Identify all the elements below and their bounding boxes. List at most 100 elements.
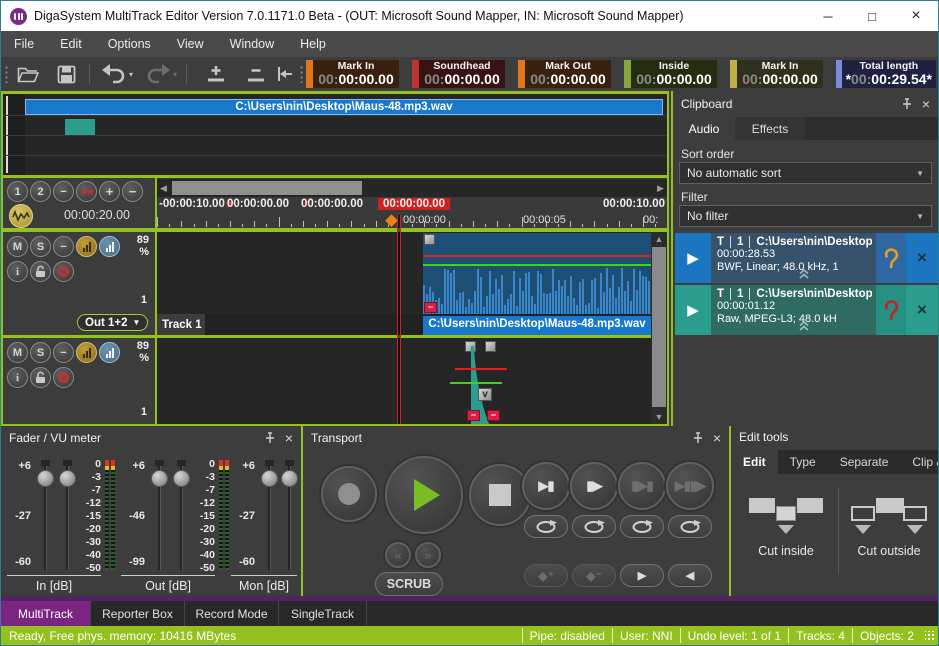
- zoom-out-time-button[interactable]: −: [122, 181, 143, 202]
- item-prelisten-ear-icon[interactable]: [876, 285, 906, 335]
- track1-name-tab[interactable]: Track 1: [157, 314, 205, 335]
- collapse-button[interactable]: −: [53, 181, 74, 202]
- scroll-right-icon[interactable]: ▶: [654, 179, 667, 197]
- track2-solo-button[interactable]: S: [30, 342, 51, 363]
- track2-minimize-button[interactable]: −: [53, 342, 74, 363]
- play-around-button[interactable]: ▶▮▮▶: [666, 462, 714, 510]
- clip-red-level-line[interactable]: [423, 255, 651, 257]
- item-play-icon[interactable]: ▶: [675, 285, 711, 335]
- pin-icon[interactable]: [692, 432, 703, 444]
- menu-help[interactable]: Help: [287, 31, 339, 57]
- cut-outside-label[interactable]: Cut outside: [844, 544, 934, 558]
- clip-fade-handle[interactable]: [424, 234, 435, 245]
- clip2-gain-handle-right[interactable]: −: [487, 410, 500, 421]
- play-from-mark-button[interactable]: ▮▶: [570, 462, 618, 510]
- horizontal-scrollbar[interactable]: ◀ ▶: [157, 179, 667, 197]
- remove-marker-button[interactable]: ◆⁻: [572, 564, 616, 587]
- tab-audio[interactable]: Audio: [673, 117, 735, 140]
- toolbar-grip[interactable]: [5, 65, 8, 83]
- clip-green-level-line[interactable]: [423, 264, 651, 266]
- forward-button[interactable]: »: [415, 542, 441, 568]
- track2-record-arm-button[interactable]: [53, 367, 74, 388]
- chevron-up-icon[interactable]: [798, 321, 810, 331]
- zoom-in-icon[interactable]: [201, 62, 231, 86]
- tab-clip-insert[interactable]: Clip & In: [900, 450, 939, 474]
- clip2-gain-handle-left[interactable]: −: [467, 410, 480, 421]
- track1-meter-post-icon[interactable]: [99, 236, 120, 257]
- tab-reporter-box[interactable]: Reporter Box: [91, 601, 185, 626]
- filter-select[interactable]: No filter▼: [679, 205, 932, 227]
- loop-3-icon[interactable]: [620, 515, 664, 538]
- menu-view[interactable]: View: [164, 31, 217, 57]
- track1-output-select[interactable]: Out 1+2▼: [77, 314, 148, 331]
- item-delete-icon[interactable]: ×: [906, 285, 938, 335]
- item-prelisten-ear-icon[interactable]: [876, 233, 906, 283]
- scroll-up-icon[interactable]: ▲: [651, 232, 667, 246]
- time-ruler[interactable]: 00:00:00 00:00:05 00: ◆: [157, 213, 667, 228]
- save-icon[interactable]: [51, 62, 81, 86]
- close-panel-icon[interactable]: ×: [922, 99, 930, 109]
- next-marker-button[interactable]: ▶: [620, 564, 664, 587]
- track1-solo-button[interactable]: S: [30, 236, 51, 257]
- view-2-button[interactable]: 2: [30, 181, 51, 202]
- waveform-mode-icon[interactable]: [9, 204, 33, 228]
- loop-2-icon[interactable]: [572, 515, 616, 538]
- overview-file-bar[interactable]: C:\Users\nin\Desktop\Maus-48.mp3.wav: [25, 99, 663, 115]
- maximize-button[interactable]: □: [850, 1, 894, 31]
- record-button[interactable]: [321, 466, 377, 522]
- track2-mute-button[interactable]: M: [7, 342, 28, 363]
- clip2-red-level-line[interactable]: [455, 368, 507, 370]
- clip2-green-level-line[interactable]: [450, 382, 502, 384]
- cut-outside-icon[interactable]: [851, 496, 927, 540]
- track1-meter-pre-icon[interactable]: [76, 236, 97, 257]
- minimize-button[interactable]: ─: [806, 1, 850, 31]
- pin-icon[interactable]: [901, 98, 912, 110]
- undo-icon[interactable]: ▾: [97, 62, 137, 86]
- close-panel-icon[interactable]: ×: [713, 433, 721, 443]
- item-delete-icon[interactable]: ×: [906, 233, 938, 283]
- tab-separate[interactable]: Separate: [828, 450, 901, 474]
- overview-clip-block[interactable]: [65, 119, 95, 135]
- clip-gain-handle[interactable]: −: [424, 302, 437, 313]
- clipboard-item[interactable]: ▶ T1C:\Users\nin\Desktop\ 00:00:28.53 BW…: [675, 233, 938, 283]
- tab-edit[interactable]: Edit: [731, 450, 778, 474]
- tab-effects[interactable]: Effects: [735, 117, 805, 140]
- zoom-in-time-button[interactable]: +: [99, 181, 120, 202]
- zoom-to-selection-icon[interactable]: ▶◀: [76, 181, 97, 202]
- menu-edit[interactable]: Edit: [47, 31, 95, 57]
- sort-order-select[interactable]: No automatic sort▼: [679, 162, 932, 184]
- view-1-button[interactable]: 1: [7, 181, 28, 202]
- menu-options[interactable]: Options: [95, 31, 164, 57]
- track2-meter-post-icon[interactable]: [99, 342, 120, 363]
- close-button[interactable]: ×: [894, 1, 938, 31]
- item-play-icon[interactable]: ▶: [675, 233, 711, 283]
- clipboard-item[interactable]: ▶ T1C:\Users\nin\Desktop\ 00:00:01.12 Ra…: [675, 285, 938, 335]
- vertical-scrollbar-thumb[interactable]: [652, 247, 666, 407]
- stop-button[interactable]: [469, 464, 531, 526]
- open-file-icon[interactable]: [13, 62, 43, 86]
- project-overview[interactable]: C:\Users\nin\Desktop\Maus-48.mp3.wav: [3, 94, 667, 175]
- playhead-line[interactable]: [397, 215, 401, 424]
- track1-audio-clip[interactable]: −: [423, 233, 651, 314]
- resize-grip[interactable]: [925, 631, 935, 641]
- zoom-out-icon[interactable]: [241, 62, 271, 86]
- play-clip-button[interactable]: ▮▶▮: [618, 462, 666, 510]
- tab-multitrack[interactable]: MultiTrack: [1, 601, 91, 626]
- track1-lock-icon[interactable]: [30, 261, 51, 282]
- toolbar-grip[interactable]: [300, 65, 303, 83]
- track1-clip-label[interactable]: C:\Users\nin\Desktop\Maus-48.mp3.wav: [423, 316, 651, 335]
- tab-singletrack[interactable]: SingleTrack: [279, 601, 367, 626]
- track1-record-arm-button[interactable]: [53, 261, 74, 282]
- clip2-v-button[interactable]: v: [478, 388, 492, 401]
- scrub-button[interactable]: SCRUB: [375, 572, 443, 596]
- cut-inside-label[interactable]: Cut inside: [741, 544, 831, 558]
- prev-marker-button[interactable]: ◀: [668, 564, 712, 587]
- add-marker-button[interactable]: ◆⁺: [524, 564, 568, 587]
- track2-lane[interactable]: v − −: [157, 338, 667, 424]
- track2-info-button[interactable]: i: [7, 367, 28, 388]
- scrollbar-thumb[interactable]: [172, 181, 362, 195]
- track1-info-button[interactable]: i: [7, 261, 28, 282]
- menu-window[interactable]: Window: [217, 31, 287, 57]
- scroll-down-icon[interactable]: ▼: [651, 410, 667, 424]
- loop-4-icon[interactable]: [668, 515, 712, 538]
